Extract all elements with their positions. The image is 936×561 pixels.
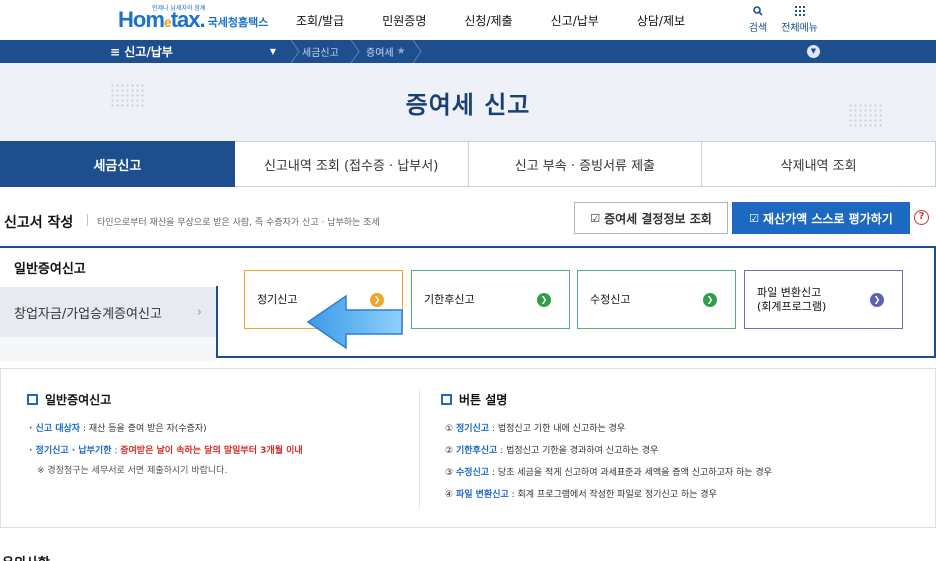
tab-attachment-submit[interactable]: 신고 부속 · 증빙서류 제출 <box>468 141 703 187</box>
arrow-right-icon: ❯ <box>870 293 884 307</box>
regular-filing-button[interactable]: 정기신고 ❯ <box>244 270 403 329</box>
breadcrumb: ≡ 신고/납부 ▼ 세금신고 증여세 ★ ▼ <box>0 40 936 63</box>
info-desc-value: : 법정신고 기한 내에 신고하는 경우 <box>489 424 626 434</box>
file-conversion-filing-button[interactable]: 파일 변환신고 (회계프로그램) ❯ <box>744 270 903 329</box>
breadcrumb-menu-label: ≡ 신고/납부 <box>110 45 173 59</box>
info-deadline-value: 증여받은 날이 속하는 달의 말일부터 3개월 이내 <box>120 446 303 456</box>
breadcrumb-item-gift-tax: 증여세 ★ <box>366 40 406 63</box>
info-deadline-key: · 정기신고 · 납부기한 <box>29 446 112 456</box>
info-right-title: 버튼 설명 <box>459 393 508 407</box>
info-desc-num: ② <box>445 446 456 456</box>
breadcrumb-current-label: 증여세 <box>366 48 394 59</box>
amended-filing-button[interactable]: 수정신고 ❯ <box>577 270 736 329</box>
info-target-key: · 신고 대상자 <box>29 424 81 434</box>
info-button-desc-1: ① 정기신고 : 법정신고 기한 내에 신고하는 경우 <box>445 421 625 434</box>
decision-info-label: 증여세 결정정보 조회 <box>604 211 712 226</box>
info-desc-key: 기한후신고 <box>455 446 498 456</box>
info-desc-value: : 회계 프로그램에서 작성한 파일로 정기신고 하는 경우 <box>508 490 717 500</box>
square-bullet-icon <box>441 394 452 405</box>
chevron-right-icon: › <box>196 304 202 320</box>
self-evaluate-label: 재산가액 스스로 평가하기 <box>763 211 893 226</box>
edit-icon: ☑ <box>590 211 601 225</box>
info-box: 일반증여신고 · 신고 대상자 : 재산 등을 증여 받은 자(수증자) · 정… <box>0 368 936 528</box>
page-title: 증여세 신고 <box>405 91 531 119</box>
chevron-down-icon[interactable]: ▼ <box>807 45 820 58</box>
nav-inquiry[interactable]: 조회/발급 <box>296 12 344 29</box>
tab-tax-filing[interactable]: 세금신고 <box>0 141 235 187</box>
breadcrumb-separator-icon <box>350 40 360 63</box>
tab-filing-history[interactable]: 신고내역 조회 (접수증 · 납부서) <box>234 141 469 187</box>
file-conversion-label: 파일 변환신고 (회계프로그램) <box>757 285 827 313</box>
panel-join <box>214 248 220 286</box>
late-filing-button[interactable]: 기한후신고 ❯ <box>411 270 570 329</box>
logo-slogan: 언제나 납세자와 함께 <box>152 5 206 12</box>
info-note-line: ※ 경정청구는 세무서로 서면 제출하시기 바랍니다. <box>37 466 228 476</box>
star-icon[interactable]: ★ <box>397 46 406 57</box>
arrow-right-icon: ❯ <box>370 293 384 307</box>
info-deadline-sep: : <box>111 446 121 456</box>
logo-part-e: e <box>163 14 172 30</box>
square-bullet-icon <box>27 394 38 405</box>
search-button[interactable]: 검색 <box>749 6 767 34</box>
info-desc-value: : 당초 세금을 적게 신고하여 과세표준과 세액을 증액 신고하고자 하는 경… <box>489 468 772 478</box>
utility-menu: 검색 전체메뉴 <box>749 6 818 34</box>
grid-icon <box>794 6 805 19</box>
top-header: 언제나 납세자와 함께 Hometax. 국세청홈택스 조회/발급 민원증명 신… <box>0 0 936 40</box>
nav-filing[interactable]: 신고/납부 <box>551 12 599 29</box>
regular-filing-label: 정기신고 <box>257 292 298 306</box>
info-desc-num: ③ <box>445 468 456 478</box>
divider <box>87 214 88 226</box>
nav-consult[interactable]: 상담/제보 <box>637 12 685 29</box>
breadcrumb-separator-icon <box>412 40 422 63</box>
self-evaluate-button[interactable]: ☑ 재산가액 스스로 평가하기 <box>732 202 910 234</box>
info-desc-num: ① <box>445 424 456 434</box>
hometax-logo[interactable]: 언제나 납세자와 함께 Hometax. 국세청홈택스 <box>118 4 268 36</box>
logo-subtitle: 국세청홈택스 <box>207 16 269 29</box>
late-filing-label: 기한후신고 <box>424 292 475 306</box>
edit-icon: ☑ <box>749 211 760 225</box>
nav-certificates[interactable]: 민원증명 <box>382 12 426 29</box>
amended-filing-label: 수정신고 <box>590 292 631 306</box>
section-title: 신고서 작성 <box>4 215 74 231</box>
info-left-title: 일반증여신고 <box>45 393 112 407</box>
arrow-right-icon: ❯ <box>537 293 551 307</box>
breadcrumb-menu-dropdown[interactable]: ≡ 신고/납부 ▼ <box>110 40 290 63</box>
info-target-line: · 신고 대상자 : 재산 등을 증여 받은 자(수증자) <box>29 421 207 434</box>
side-tab-startup-label: 창업자금/가업승계증여신고 <box>14 306 162 322</box>
info-desc-key: 파일 변환신고 <box>455 490 509 500</box>
side-tab-general-gift[interactable]: 일반증여신고 <box>0 246 236 286</box>
info-deadline-line: · 정기신고 · 납부기한 : 증여받은 날이 속하는 달의 말일부터 3개월 … <box>29 443 303 456</box>
info-button-desc-2: ② 기한후신고 : 법정신고 기한을 경과하여 신고하는 경우 <box>445 443 658 456</box>
info-desc-num: ④ <box>445 490 456 500</box>
divider <box>419 389 420 509</box>
section-description: 타인으로부터 재산을 무상으로 받은 사람, 즉 수증자가 신고 · 납부하는 … <box>97 218 380 228</box>
info-right-heading: 버튼 설명 <box>441 391 507 408</box>
side-filler <box>0 337 216 361</box>
search-label: 검색 <box>748 23 768 34</box>
side-tab-startup-succession[interactable]: 창업자금/가업승계증여신고 › <box>0 287 216 337</box>
info-desc-key: 수정신고 <box>455 468 490 478</box>
info-button-desc-4: ④ 파일 변환신고 : 회계 프로그램에서 작성한 파일로 정기신고 하는 경우 <box>445 487 717 500</box>
decision-info-button[interactable]: ☑ 증여세 결정정보 조회 <box>574 202 728 234</box>
info-desc-value: : 법정신고 기한을 경과하여 신고하는 경우 <box>497 446 659 456</box>
tab-bar: 세금신고 신고내역 조회 (접수증 · 납부서) 신고 부속 · 증빙서류 제출… <box>0 141 936 187</box>
search-icon <box>753 6 763 19</box>
info-target-value: : 재산 등을 증여 받은 자(수증자) <box>80 424 207 434</box>
all-menu-button[interactable]: 전체메뉴 <box>781 6 818 34</box>
triangle-down-icon: ▼ <box>269 47 276 56</box>
nav-application[interactable]: 신청/제출 <box>464 12 512 29</box>
breadcrumb-separator-icon <box>290 40 300 63</box>
info-button-desc-3: ③ 수정신고 : 당초 세금을 적게 신고하여 과세표준과 세액을 증액 신고하… <box>445 465 772 478</box>
notice-heading: 유의사항 <box>2 552 50 561</box>
page-banner: 증여세 신고 <box>0 63 936 141</box>
info-desc-key: 정기신고 <box>455 424 490 434</box>
breadcrumb-item-tax-filing[interactable]: 세금신고 <box>302 40 339 63</box>
info-left-heading: 일반증여신고 <box>27 391 111 408</box>
help-icon[interactable]: ? <box>914 210 929 225</box>
arrow-right-icon: ❯ <box>703 293 717 307</box>
global-nav: 조회/발급 민원증명 신청/제출 신고/납부 상담/제보 <box>296 12 723 29</box>
all-menu-label: 전체메뉴 <box>781 23 818 34</box>
tab-deleted-history[interactable]: 삭제내역 조회 <box>702 141 936 187</box>
